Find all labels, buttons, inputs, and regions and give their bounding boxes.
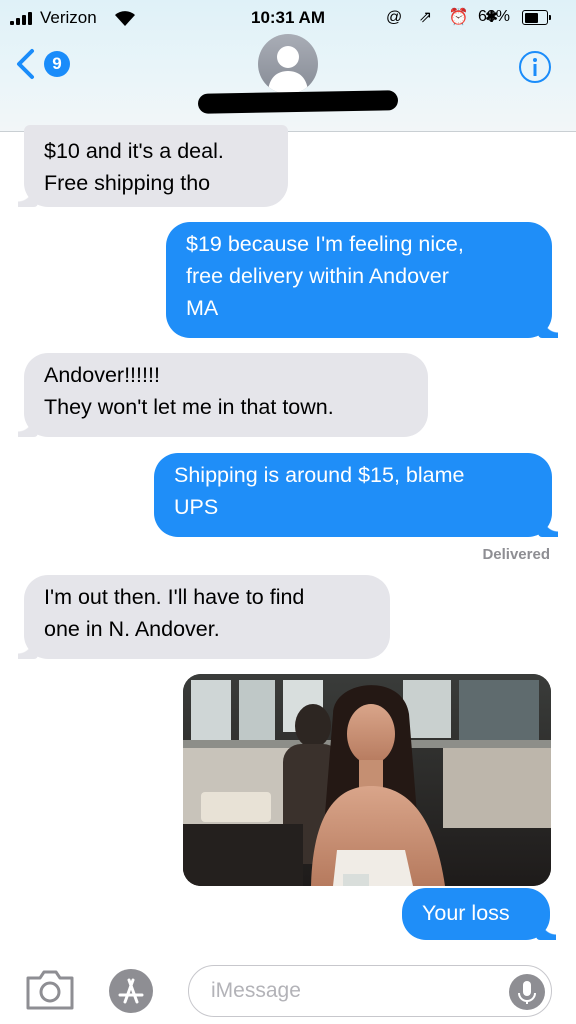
microphone-icon[interactable] [508,973,546,1011]
received-message[interactable]: I'm out then. I'll have to find one in N… [18,575,390,659]
battery-icon [522,10,551,25]
camera-icon[interactable] [24,968,76,1012]
contact-avatar[interactable] [258,34,318,94]
battery-percent: 68% [478,8,511,25]
sent-message[interactable]: $19 because I'm feeling nice, free deliv… [166,222,558,338]
chevron-left-icon [17,49,34,79]
message-input-bar: iMessage [0,950,576,1024]
gif-image[interactable] [183,674,551,886]
sent-message[interactable]: Shipping is around $15, blame UPS [154,453,558,537]
back-button[interactable]: 9 [12,44,70,84]
info-icon[interactable] [518,50,552,84]
imessage-input[interactable]: iMessage [188,965,552,1017]
received-message[interactable]: $10 and it's a deal. Free shipping tho [18,125,288,207]
conversation-header: Verizon 10:31 AM @ ⇗ ⏰ ✱ 68% 9 [0,0,576,132]
gif-scene [183,674,551,886]
person-silhouette-icon [268,46,308,94]
status-bar: Verizon 10:31 AM @ ⇗ ⏰ ✱ 68% [0,0,576,36]
received-message[interactable]: Andover!!!!!! They won't let me in that … [18,353,428,437]
app-store-icon[interactable] [106,966,156,1016]
redacted-contact-name [197,90,399,114]
unread-count-badge: 9 [44,51,70,77]
delivered-status: Delivered [482,546,550,563]
sent-message[interactable]: Your loss [402,888,556,940]
